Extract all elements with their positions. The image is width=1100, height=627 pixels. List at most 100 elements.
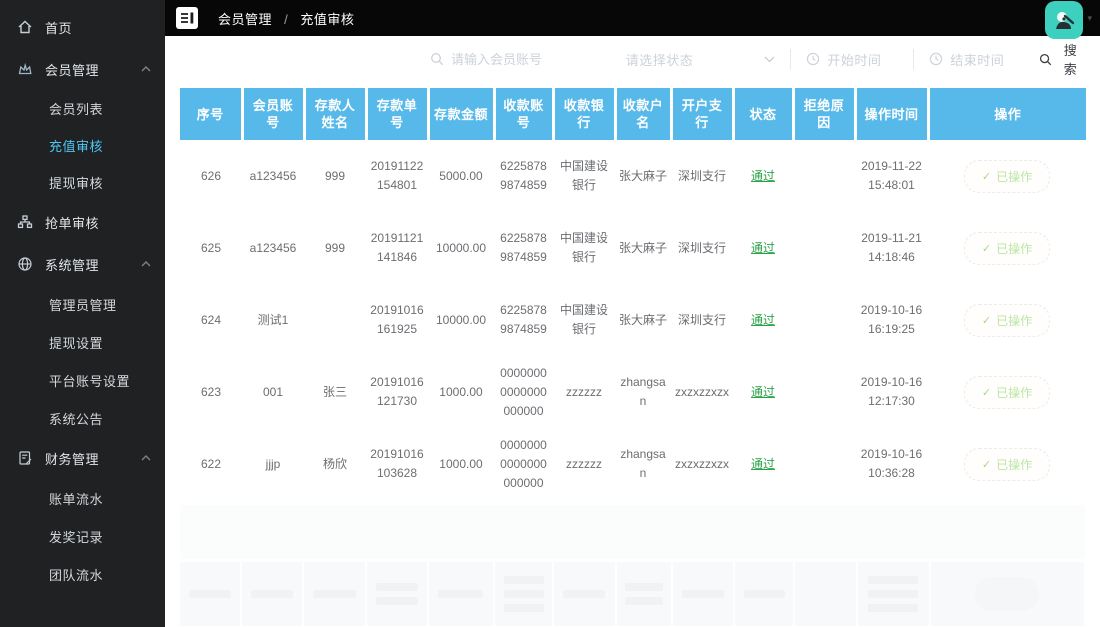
cell-receive-account: 62258789874859	[500, 159, 547, 192]
chevron-up-icon	[141, 455, 151, 461]
sidebar-item-withdraw-settings[interactable]: 提现设置	[0, 323, 165, 361]
cell-op-time: 2019-11-21 14:18:46	[861, 231, 922, 264]
done-button[interactable]: ✓ 已操作	[963, 447, 1051, 481]
header-branch: 开户支行	[671, 88, 735, 140]
header-deposit-amount: 存款金额	[428, 88, 496, 140]
status-pass-link[interactable]: 通过	[751, 241, 775, 255]
ghost-column	[672, 562, 734, 626]
home-icon	[16, 19, 33, 36]
sidebar: 首页 会员管理 会员列表 充值审核 提现审核 抢单审核 系统管理 管理员管理 提…	[0, 0, 165, 627]
header-seq: 序号	[180, 88, 244, 140]
member-account-input[interactable]	[451, 51, 591, 67]
status-pass-link[interactable]: 通过	[751, 313, 775, 327]
table-row: 625 a123456 999 20191121141846 10000.00 …	[180, 212, 1086, 284]
cell-receive-bank: zzzzzz	[566, 456, 602, 471]
done-button-label: 已操作	[996, 169, 1033, 184]
cell-seq: 622	[200, 456, 222, 471]
cell-seq: 625	[200, 240, 222, 255]
cell-receive-name: zhangsan	[620, 447, 666, 480]
sidebar-item-platform-account[interactable]: 平台账号设置	[0, 361, 165, 399]
header-deposit-order-no: 存款单号	[366, 88, 430, 140]
cell-op-time: 2019-11-22 15:48:01	[861, 159, 922, 192]
sitemap-icon	[16, 214, 33, 231]
table-row: 622 jjjp 杨欣 20191016103628 1000.00 00000…	[180, 428, 1086, 500]
cell-branch: 深圳支行	[677, 312, 726, 327]
cell-receive-account: 00000000000000000000	[500, 437, 547, 490]
cell-member-account: a123456	[249, 240, 297, 255]
avatar-caret-icon[interactable]: ▾	[1087, 13, 1092, 24]
cell-status: 通过	[733, 356, 793, 428]
start-time-value: 开始时间	[827, 52, 882, 68]
ghost-column	[366, 562, 427, 626]
ghost-column	[857, 562, 929, 626]
ghost-strip	[180, 505, 1085, 559]
cell-reject-reason	[793, 140, 855, 212]
ghost-column	[494, 562, 553, 626]
done-button[interactable]: ✓ 已操作	[963, 303, 1051, 337]
breadcrumb-separator: /	[284, 11, 289, 27]
header-action: 操作	[928, 88, 1086, 140]
sidebar-item-order-review[interactable]: 抢单审核	[0, 201, 165, 243]
sidebar-item-label: 抢单审核	[45, 215, 100, 231]
cell-seq: 626	[200, 168, 222, 183]
status-select-value: 请选择状态	[625, 52, 694, 68]
ghost-column	[616, 562, 671, 626]
topbar: 会员管理 / 充值审核 ▾	[165, 0, 1100, 39]
cell-branch: 深圳支行	[677, 168, 726, 183]
ledger-icon	[16, 450, 33, 467]
done-button[interactable]: ✓ 已操作	[963, 159, 1051, 193]
sidebar-item-admin-manage[interactable]: 管理员管理	[0, 285, 165, 323]
cell-deposit-amount: 10000.00	[435, 312, 487, 327]
member-account-search	[430, 51, 602, 67]
cell-reject-reason	[793, 428, 855, 500]
cell-receive-name: 张大麻子	[618, 168, 667, 183]
chevron-up-icon	[141, 66, 151, 72]
search-button[interactable]: 搜索	[1039, 40, 1084, 78]
sidebar-item-withdraw-review[interactable]: 提现审核	[0, 164, 165, 201]
status-pass-link[interactable]: 通过	[751, 457, 775, 471]
sidebar-group-label: 财务管理	[45, 451, 100, 467]
sidebar-group-system[interactable]: 系统管理	[0, 243, 165, 285]
sidebar-collapse-icon[interactable]	[176, 7, 198, 29]
sidebar-item-home[interactable]: 首页	[0, 6, 165, 48]
cell-status: 通过	[733, 140, 793, 212]
cell-action: ✓ 已操作	[928, 428, 1086, 500]
table-row: 626 a123456 999 20191122154801 5000.00 6…	[180, 140, 1086, 212]
cell-reject-reason	[793, 356, 855, 428]
cell-receive-name: 张大麻子	[618, 312, 667, 327]
table-row: 624 测试1 20191016161925 10000.00 62258789…	[180, 284, 1086, 356]
breadcrumb-section[interactable]: 会员管理	[218, 12, 272, 27]
header-op-time: 操作时间	[855, 88, 930, 140]
ghost-column	[428, 562, 493, 626]
sidebar-group-label: 系统管理	[45, 257, 100, 273]
sidebar-group-member[interactable]: 会员管理	[0, 48, 165, 90]
cell-branch: zxzxzzxzx	[675, 384, 729, 399]
status-select[interactable]: 请选择状态	[626, 50, 776, 69]
cell-op-time: 2019-10-16 12:17:30	[860, 375, 923, 408]
user-avatar[interactable]	[1045, 1, 1084, 39]
sidebar-item-member-list[interactable]: 会员列表	[0, 90, 165, 127]
ghost-column	[242, 562, 303, 626]
cell-op-time: 2019-10-16 16:19:25	[860, 303, 923, 336]
sidebar-item-team-flow[interactable]: 团队流水	[0, 555, 165, 593]
done-button[interactable]: ✓ 已操作	[963, 375, 1051, 409]
cell-receive-account: 62258789874859	[500, 303, 547, 336]
recharge-review-table: 序号 会员账号 存款人姓名 存款单号 存款金额 收款账号 收款银行 收款户名 开…	[180, 88, 1086, 500]
sidebar-group-finance[interactable]: 财务管理	[0, 437, 165, 479]
done-button-label: 已操作	[996, 385, 1033, 400]
end-time-picker[interactable]: 结束时间	[929, 50, 1039, 69]
cell-depositor-name: 999	[324, 168, 346, 183]
sidebar-item-system-notice[interactable]: 系统公告	[0, 399, 165, 437]
ghost-column	[554, 562, 615, 626]
filter-divider	[913, 48, 915, 70]
status-pass-link[interactable]: 通过	[751, 169, 775, 183]
cell-depositor-name: 张三	[322, 384, 347, 399]
sidebar-item-award-record[interactable]: 发奖记录	[0, 517, 165, 555]
cell-receive-bank: 中国建设银行	[559, 231, 608, 264]
start-time-picker[interactable]: 开始时间	[806, 50, 898, 69]
sidebar-item-recharge-review[interactable]: 充值审核	[0, 127, 165, 164]
done-button[interactable]: ✓ 已操作	[963, 231, 1051, 265]
sidebar-item-bill-flow[interactable]: 账单流水	[0, 479, 165, 517]
status-pass-link[interactable]: 通过	[751, 385, 775, 399]
filter-bar: 请选择状态 开始时间 结束时间 搜索	[165, 36, 1100, 82]
